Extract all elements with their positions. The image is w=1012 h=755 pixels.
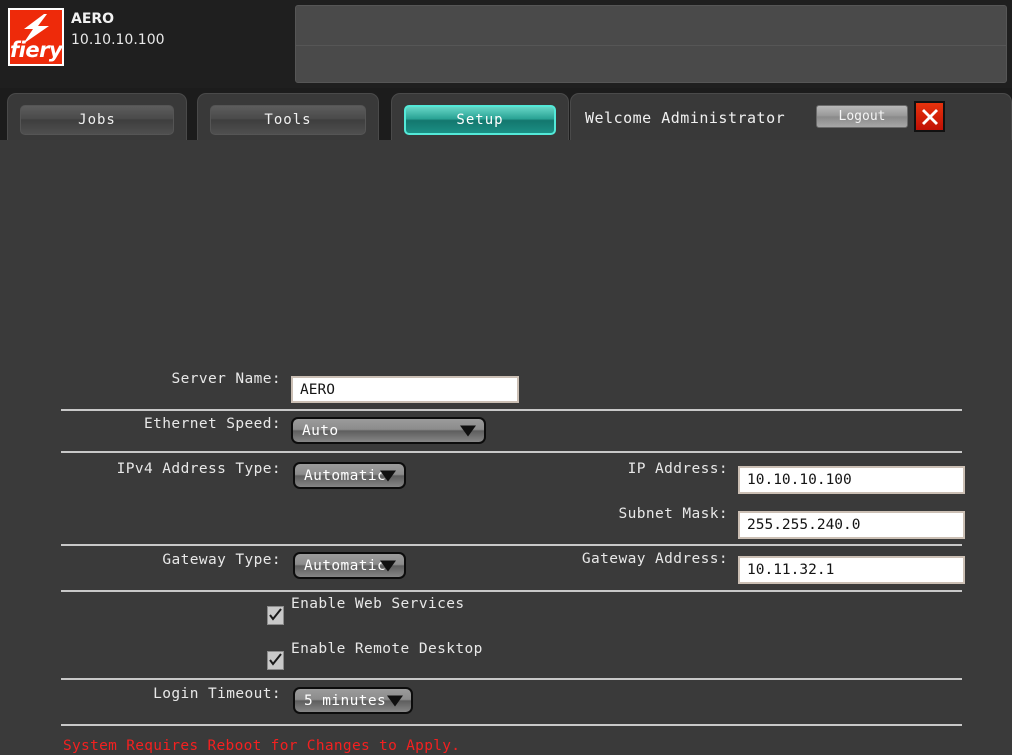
top-header: fiery AERO 10.10.10.100 — [0, 0, 1012, 88]
tab-bar: Jobs Tools Setup Welcome Administrator L… — [0, 88, 1012, 148]
gateway-type-dropdown[interactable]: Automatic — [293, 552, 406, 579]
divider-4 — [61, 590, 962, 592]
server-ip-subtitle: 10.10.10.100 — [71, 32, 165, 48]
info-panel-divider — [296, 45, 1006, 46]
chevron-down-icon — [380, 560, 396, 571]
ip-address-input[interactable]: 10.10.10.100 — [738, 466, 965, 494]
divider-2 — [61, 451, 962, 453]
gateway-type-label: Gateway Type: — [162, 552, 281, 568]
tab-tools-label[interactable]: Tools — [210, 105, 366, 135]
server-name-input[interactable]: AERO — [291, 376, 519, 403]
gateway-type-value: Automatic — [304, 557, 387, 574]
chevron-down-icon — [380, 470, 396, 481]
ip-address-label: IP Address: — [627, 461, 728, 477]
divider-6 — [61, 724, 962, 726]
divider-5 — [61, 678, 962, 680]
subnet-mask-input[interactable]: 255.255.240.0 — [738, 511, 965, 539]
divider-1 — [61, 409, 962, 411]
server-name-title: AERO — [71, 11, 115, 27]
login-timeout-value: 5 minutes — [304, 692, 387, 709]
login-timeout-dropdown[interactable]: 5 minutes — [293, 687, 413, 714]
enable-web-services-checkbox[interactable] — [267, 606, 284, 625]
status-info-panel — [295, 5, 1007, 83]
welcome-message: Welcome Administrator — [585, 109, 786, 127]
login-timeout-label: Login Timeout: — [153, 686, 281, 702]
checkmark-icon — [269, 653, 282, 666]
close-x-icon — [921, 108, 938, 125]
gateway-address-input[interactable]: 10.11.32.1 — [738, 556, 965, 584]
tab-setup-label[interactable]: Setup — [404, 105, 556, 135]
reboot-warning-text: System Requires Reboot for Changes to Ap… — [63, 738, 461, 754]
enable-remote-desktop-label: Enable Remote Desktop — [291, 641, 483, 657]
fiery-wordmark: fiery — [10, 38, 63, 62]
close-button[interactable] — [914, 101, 945, 132]
logout-button[interactable]: Logout — [816, 105, 908, 128]
divider-3 — [61, 544, 962, 546]
ethernet-speed-dropdown[interactable]: Auto — [291, 417, 486, 444]
subnet-mask-label: Subnet Mask: — [618, 506, 728, 522]
chevron-down-icon — [387, 695, 403, 706]
ethernet-speed-label: Ethernet Speed: — [144, 416, 281, 432]
checkmark-icon — [269, 608, 282, 621]
enable-web-services-label: Enable Web Services — [291, 596, 465, 612]
tab-jobs-label[interactable]: Jobs — [20, 105, 174, 135]
fiery-setup-window: fiery AERO 10.10.10.100 Jobs Tools Setup… — [0, 0, 1012, 755]
ipv4-address-type-label: IPv4 Address Type: — [116, 461, 281, 477]
ipv4-address-type-value: Automatic — [304, 467, 387, 484]
chevron-down-icon — [460, 425, 476, 436]
server-name-label: Server Name: — [171, 371, 281, 387]
enable-remote-desktop-checkbox[interactable] — [267, 651, 284, 670]
gateway-address-label: Gateway Address: — [581, 551, 728, 567]
setup-form: Server Name: AERO Ethernet Speed: Auto I… — [0, 140, 1012, 755]
ethernet-speed-value: Auto — [302, 422, 339, 439]
ipv4-address-type-dropdown[interactable]: Automatic — [293, 462, 406, 489]
fiery-logo: fiery — [8, 8, 64, 66]
